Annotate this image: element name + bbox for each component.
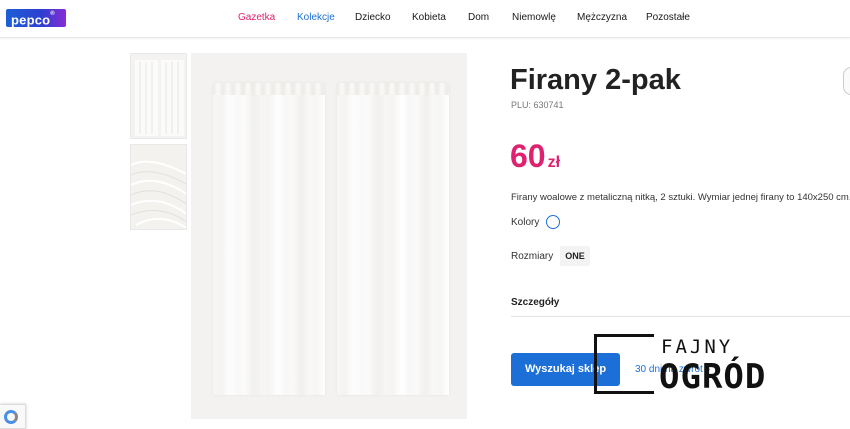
- product-thumbnail-2[interactable]: [130, 144, 187, 230]
- product-plu: PLU: 630741: [511, 100, 564, 110]
- details-toggle[interactable]: Szczegóły: [511, 297, 559, 308]
- price-currency: zł: [547, 154, 561, 171]
- watermark-bracket: [594, 334, 654, 394]
- nav-item-kobieta[interactable]: Kobieta: [412, 12, 446, 23]
- nav-item-gazetka[interactable]: Gazetka: [238, 12, 275, 23]
- nav-item-dziecko[interactable]: Dziecko: [355, 12, 391, 23]
- nav-item-pozostale[interactable]: Pozostałe: [646, 12, 690, 23]
- price-value: 60: [510, 138, 546, 174]
- curtain-thumbnail-image: [135, 60, 184, 136]
- watermark-line2: OGRÓD: [659, 357, 767, 397]
- colors-label: Kolory: [511, 217, 540, 228]
- nav-item-mezczyzna[interactable]: Mężczyzna: [577, 12, 627, 23]
- curtain-left-image: [213, 83, 325, 395]
- fabric-detail-image: [131, 145, 186, 229]
- product-title: Firany 2-pak: [510, 64, 681, 96]
- nav-item-kolekcje[interactable]: Kolekcje: [297, 12, 335, 23]
- details-divider: [511, 316, 850, 317]
- main-nav: Gazetka Kolekcje Dziecko Kobieta Dom Nie…: [0, 12, 850, 26]
- product-thumbnail-1[interactable]: [130, 53, 187, 139]
- recaptcha-icon: [4, 410, 18, 424]
- sizes-label: Rozmiary: [511, 251, 554, 262]
- nav-item-niemowle[interactable]: Niemowlę: [512, 12, 556, 23]
- side-panel-tab[interactable]: [843, 67, 850, 95]
- nav-item-dom[interactable]: Dom: [468, 12, 489, 23]
- recaptcha-badge[interactable]: [0, 404, 26, 429]
- product-description: Firany woalowe z metaliczną nitką, 2 szt…: [511, 192, 850, 203]
- product-price: 60 zł: [510, 138, 560, 175]
- fajny-ogrod-watermark: FAJNY OGRÓD: [594, 334, 814, 404]
- size-option-one[interactable]: ONE: [560, 246, 590, 266]
- product-main-image[interactable]: [191, 53, 467, 419]
- watermark-line1: FAJNY: [661, 336, 734, 358]
- white-swatch-icon[interactable]: [546, 215, 560, 229]
- curtain-right-image: [337, 83, 449, 395]
- site-header: pepco® Gazetka Kolekcje Dziecko Kobieta …: [0, 0, 850, 38]
